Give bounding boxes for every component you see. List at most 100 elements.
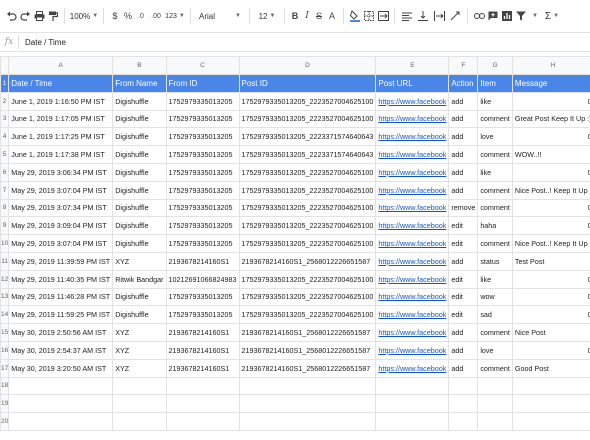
post-id-cell[interactable]: 1752979335013205_2223527004625100 [238,109,377,129]
date-time-cell[interactable] [8,394,114,414]
redo-icon[interactable] [18,7,32,25]
from-name-cell[interactable]: Digishuffle [112,109,167,129]
row-number[interactable]: 14 [0,305,10,325]
from-name-cell[interactable]: Digishuffle [112,198,167,218]
item-cell[interactable]: comment [477,358,513,378]
from-name-cell[interactable]: XYZ [112,358,167,378]
from-id-cell[interactable]: 1752979335013205 [165,109,240,129]
date-time-cell[interactable]: May 29, 2019 11:40:35 PM IST [8,269,114,289]
message-cell[interactable] [511,376,590,396]
from-id-cell[interactable]: 1752979335013205 [165,234,240,253]
action-cell[interactable]: add [448,109,479,129]
text-wrap-icon[interactable] [431,7,447,25]
post-id-cell[interactable] [238,376,377,396]
date-time-cell[interactable]: June 1, 2019 1:16:50 PM IST [8,91,114,111]
row-number[interactable]: 7 [0,180,10,200]
post-url-cell[interactable]: https://www.facebook [375,340,450,360]
post-url-cell[interactable]: https://www.facebook [375,305,450,325]
from-name-cell[interactable] [112,394,167,414]
message-cell[interactable]: 0 [511,305,590,325]
item-cell[interactable] [477,376,513,396]
message-cell[interactable]: 0 [511,198,590,218]
date-time-cell[interactable]: June 1, 2019 1:17:05 PM IST [8,109,114,129]
post-id-cell[interactable] [238,394,377,414]
action-cell[interactable]: add [448,323,479,342]
zoom-select[interactable]: 100% ▼ [69,7,99,25]
post-url-cell[interactable]: https://www.facebook [375,234,450,253]
message-cell[interactable]: 0 [511,127,590,147]
action-cell[interactable]: add [448,251,479,271]
from-name-cell[interactable] [112,376,167,396]
post-id-cell[interactable]: 2193678214160S1_2568012226651587 [238,358,377,378]
date-time-cell[interactable]: May 29, 2019 3:09:04 PM IST [8,216,114,236]
date-time-cell[interactable] [8,376,114,396]
item-cell[interactable]: like [477,269,513,289]
insert-link-icon[interactable] [472,7,486,25]
post-url-cell[interactable]: https://www.facebook [375,358,450,378]
from-id-cell[interactable]: 1752979335013205 [165,305,240,325]
increase-decimal-button[interactable]: .00 [148,7,164,25]
from-name-cell[interactable] [112,412,167,431]
from-id-cell[interactable]: 1752979335013205 [165,180,240,200]
column-header-g[interactable]: G [477,56,513,75]
from-id-cell[interactable]: 10212691066824983 [165,269,240,289]
from-name-cell[interactable]: Digishuffle [112,287,167,307]
from-id-cell[interactable]: 2193678214160S1 [165,251,240,271]
message-cell[interactable]: 0 [511,91,590,111]
more-formats-select[interactable]: 123 ▼ [164,7,186,25]
from-name-cell[interactable]: Digishuffle [112,180,167,200]
date-time-cell[interactable]: May 29, 2019 11:46:28 PM IST [8,287,114,307]
date-time-cell[interactable]: June 1, 2019 1:17:38 PM IST [8,145,114,164]
date-time-cell[interactable]: May 30, 2019 2:54:37 AM IST [8,340,114,360]
action-cell[interactable] [448,376,479,396]
post-id-cell[interactable]: 2193678214160S1_2568012226651587 [238,323,377,342]
from-name-cell[interactable]: XYZ [112,251,167,271]
from-id-cell[interactable]: 1752979335013205 [165,91,240,111]
from-id-cell[interactable]: 2193678214160S1 [165,323,240,342]
from-name-cell[interactable]: XYZ [112,340,167,360]
from-id-cell[interactable]: 1752979335013205 [165,127,240,147]
formula-input[interactable]: Date / Time [25,38,66,47]
message-cell[interactable]: 0 [511,216,590,236]
post-id-cell[interactable]: 1752979335013205_2223527004625100 [238,287,377,307]
column-header-f[interactable]: F [448,56,479,75]
from-id-cell[interactable] [165,394,240,414]
post-id-cell[interactable]: 2193678214160S1_2568012226651587 [238,251,377,271]
row-number[interactable]: 20 [0,412,10,431]
action-cell[interactable]: edit [448,287,479,307]
from-id-cell[interactable]: 1752979335013205 [165,162,240,182]
date-time-cell[interactable]: June 1, 2019 1:17:25 PM IST [8,127,114,147]
insert-chart-icon[interactable] [500,7,514,25]
action-cell[interactable]: edit [448,305,479,325]
message-cell[interactable]: 0 [511,162,590,182]
item-cell[interactable]: sad [477,305,513,325]
action-cell[interactable] [448,394,479,414]
header-cell-item[interactable]: Item [477,74,513,93]
post-url-cell[interactable] [375,394,450,414]
header-cell-from-name[interactable]: From Name [112,74,167,93]
date-time-cell[interactable]: May 30, 2019 2:50:56 AM IST [8,323,114,342]
post-id-cell[interactable]: 1752979335013205_2223527004625100 [238,180,377,200]
from-id-cell[interactable]: 1752979335013205 [165,216,240,236]
item-cell[interactable] [477,394,513,414]
header-cell-message[interactable]: Message [511,74,590,93]
message-cell[interactable] [511,412,590,431]
undo-icon[interactable] [4,7,18,25]
borders-icon[interactable] [362,7,376,25]
post-id-cell[interactable]: 2193678214160S1_2568012226651587 [238,340,377,360]
header-cell-from-id[interactable]: From ID [165,74,240,93]
post-id-cell[interactable]: 1752979335013205_2223527004625100 [238,91,377,111]
decrease-decimal-button[interactable]: .0 [134,7,148,25]
post-url-cell[interactable]: https://www.facebook [375,145,450,164]
post-url-cell[interactable]: https://www.facebook [375,162,450,182]
post-url-cell[interactable]: https://www.facebook [375,127,450,147]
from-name-cell[interactable]: Digishuffle [112,216,167,236]
item-cell[interactable]: like [477,162,513,182]
header-cell-post-url[interactable]: Post URL [375,74,450,93]
message-cell[interactable]: WOW..!! [511,145,590,164]
text-color-button[interactable]: A [325,7,339,25]
row-number[interactable]: 10 [0,234,10,253]
post-id-cell[interactable]: 1752979335013205_2223527004625100 [238,198,377,218]
item-cell[interactable]: like [477,91,513,111]
font-size-select[interactable]: 12 ▼ [254,7,280,25]
